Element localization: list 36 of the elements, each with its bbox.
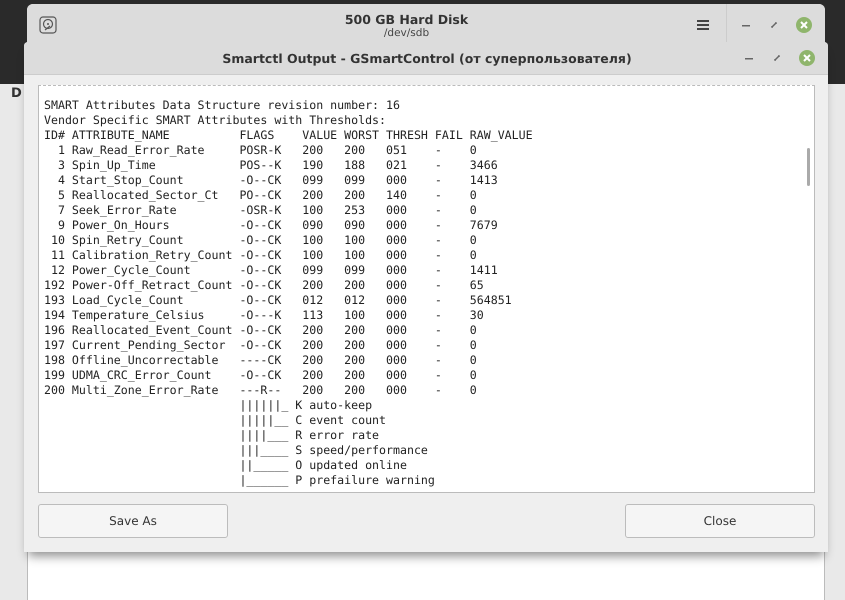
output-line: 194 Temperature_Celsius -O---K 113 100 000 - 30 [44,308,485,323]
output-line: |||____ S speed/performance [238,443,429,458]
output-line: 196 Reallocated_Event_Count -O--CK 200 200 000 - 0 [44,323,478,338]
output-line: 1 Raw_Read_Error_Rate POSR-K 200 200 051 - 0 [56,143,478,158]
output-line: ||||||_ K auto-keep [238,398,374,413]
output-line: 199 UDMA_CRC_Error_Count -O--CK 200 200 000 - 0 [44,368,478,383]
output-line: 3 Spin_Up_Time POS--K 190 188 021 - 3466 [56,158,499,173]
close-button[interactable]: Close [625,504,815,538]
section-label: D [11,86,22,101]
output-line: 4 Start_Stop_Count -O--CK 099 099 000 - 1413 [56,173,499,188]
window-title: 500 GB Hard Disk [344,12,468,26]
output-line: 197 Current_Pending_Sector -O--CK 200 200 000 - 0 [44,338,478,353]
menu-icon[interactable] [696,18,710,32]
close-icon[interactable] [795,16,813,34]
output-line: 200 Multi_Zone_Error_Rate ---R-- 200 200 000 - 0 [44,383,478,398]
output-line: ||_____ O updated online [238,458,408,473]
window-subtitle: /dev/sdb [384,26,430,38]
output-line: SMART Attributes Data Structure revision number: 16 [44,98,401,113]
output-line: 5 Reallocated_Sector_Ct PO--CK 200 200 140 - 0 [56,188,478,203]
output-line: 10 Spin_Retry_Count -O--CK 100 100 000 - 0 [50,233,478,248]
output-line: ||||___ R error rate [238,428,380,443]
output-line: 198 Offline_Uncorrectable ----CK 200 200 000 - 0 [44,353,478,368]
dialog-title: Smartctl Output - GSmartControl (от суперпользователя) [221,50,633,66]
output-line: 12 Power_Cycle_Count -O--CK 099 099 000 - 1411 [50,263,499,278]
close-icon[interactable] [798,49,816,67]
output-line: 7 Seek_Error_Rate -OSR-K 100 253 000 - 0 [56,203,478,218]
save-as-button[interactable]: Save As [38,504,228,538]
output-line: ID# ATTRIBUTE_NAME FLAGS VALUE WORST THRESH FAIL RAW_VALUE [44,128,534,143]
output-line: |______ P prefailure warning [238,473,436,488]
output-line: |||||__ C event count [238,413,388,428]
output-line: 9 Power_On_Hours -O--CK 090 090 000 - 7679 [56,218,499,233]
output-line: 11 Calibration_Retry_Count -O--CK 100 100 000 - 0 [50,248,478,263]
output-line: 193 Load_Cycle_Count -O--CK 012 012 000 - 564851 [44,293,513,308]
scrollbar-thumb[interactable] [807,148,810,186]
output-line: 192 Power-Off_Retract_Count -O--CK 200 200 000 - 65 [44,278,485,293]
output-line: Vendor Specific SMART Attributes with Thresholds: [44,113,388,128]
